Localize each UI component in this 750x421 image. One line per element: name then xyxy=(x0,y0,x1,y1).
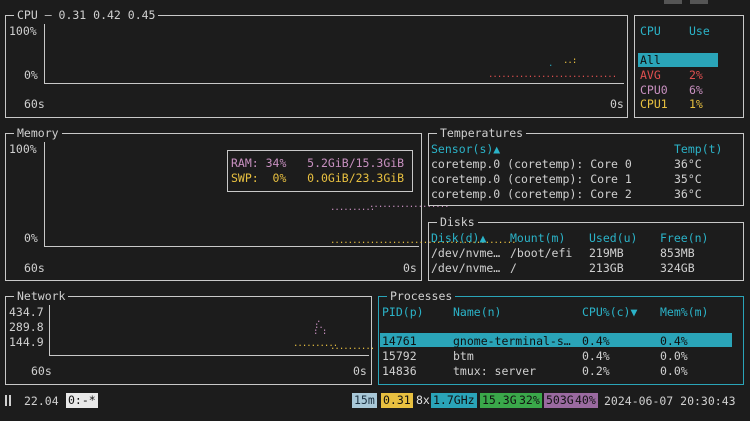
process-name: btm xyxy=(453,349,474,363)
temperatures-header-temp[interactable]: Temp(t) xyxy=(674,142,722,156)
memory-title: Memory xyxy=(14,126,62,140)
disk-row-name: /dev/nvme… xyxy=(431,246,501,260)
network-graph-axis xyxy=(49,355,369,356)
processes-header-name[interactable]: Name(n) xyxy=(453,305,501,319)
network-rx-spike: : : xyxy=(313,327,327,337)
disk-row-name: /dev/nvme… xyxy=(431,261,501,275)
process-pid: 14761 xyxy=(382,334,417,348)
status-mem-pct: 32% xyxy=(517,393,542,408)
cpu-list-item-cpu1[interactable]: CPU1 xyxy=(640,97,668,111)
memory-x-right: 0s xyxy=(403,261,417,275)
cpu-list-avg-use: 2% xyxy=(689,68,703,82)
cpu-graph-axis xyxy=(44,24,45,83)
status-freq: 1.7GHz xyxy=(431,393,477,408)
status-disk-pct: 40% xyxy=(573,393,598,408)
process-name: gnome-terminal-s… xyxy=(453,334,571,348)
disks-header-disk[interactable]: Disk(d)▲ xyxy=(431,231,486,245)
memory-graph-axis xyxy=(44,142,45,246)
network-rx-line: .......... xyxy=(330,342,375,352)
memory-swp-label: SWP: 0% 0.0GiB/23.3GiB xyxy=(231,171,405,185)
temperatures-title: Temperatures xyxy=(437,126,527,140)
cpu-list-cpu0-use: 6% xyxy=(689,83,703,97)
cpu-list-header-cpu: CPU xyxy=(640,24,661,38)
window-control[interactable] xyxy=(664,0,682,4)
network-x-right: 0s xyxy=(353,364,367,378)
disk-row-used: 213GB xyxy=(589,261,624,275)
status-cpu-count: 8x xyxy=(416,393,430,407)
disks-header-mount[interactable]: Mount(m) xyxy=(510,231,565,245)
temperature-row-sensor: coretemp.0 (coretemp): Core 1 xyxy=(431,172,632,186)
temperature-row-temp: 35°C xyxy=(674,172,702,186)
network-x-left: 60s xyxy=(31,364,52,378)
network-title: Network xyxy=(14,289,69,303)
processes-header-mem[interactable]: Mem%(m) xyxy=(660,305,708,319)
temperatures-header-sensor[interactable]: Sensor(s)▲ xyxy=(431,142,500,156)
cpu-graph-axis xyxy=(44,83,624,84)
status-version: 22.04 xyxy=(24,394,59,408)
disk-row-used: 219MB xyxy=(589,246,624,260)
process-name: tmux: server xyxy=(453,364,537,378)
network-y-label: 144.9 xyxy=(9,335,44,349)
process-pid[interactable]: 14836 xyxy=(382,364,417,378)
status-session[interactable]: 0:-* xyxy=(66,393,98,408)
memory-graph-axis xyxy=(44,246,419,247)
cpu-y-top: 100% xyxy=(9,24,37,38)
temperature-row-temp: 36°C xyxy=(674,187,702,201)
cpu-x-right: 0s xyxy=(610,97,624,111)
memory-ram-label: RAM: 34% 5.2GiB/15.3GiB xyxy=(231,156,405,170)
process-mem: 0.0% xyxy=(660,349,688,363)
processes-header-pid[interactable]: PID(p) xyxy=(382,305,424,319)
status-15m: 15m xyxy=(352,393,377,408)
disk-row-mount: /boot/efi xyxy=(510,246,573,260)
status-datetime: 2024-06-07 20:30:43 xyxy=(604,394,736,408)
cpu-list-item-cpu0[interactable]: CPU0 xyxy=(640,83,668,97)
cpu-graph-panel[interactable]: CPU — 0.31 0.42 0.45 xyxy=(5,8,628,118)
processes-header-cpu[interactable]: CPU%(c)▼ xyxy=(582,305,637,319)
cpu-list-item-all[interactable]: All xyxy=(638,53,718,67)
status-disk: 503G xyxy=(544,393,576,408)
processes-title: Processes xyxy=(387,289,456,303)
cpu-y-bottom: 0% xyxy=(24,68,38,82)
disks-header-free[interactable]: Free(n) xyxy=(660,231,708,245)
temperature-row-sensor: coretemp.0 (coretemp): Core 0 xyxy=(431,157,632,171)
status-load: 0.31 xyxy=(381,393,413,408)
cpu-list-item-avg[interactable]: AVG xyxy=(640,68,661,82)
cpu-title: CPU — 0.31 0.42 0.45 xyxy=(14,8,159,22)
window-control[interactable] xyxy=(690,0,708,4)
process-mem: 0.4% xyxy=(660,334,688,348)
disk-row-mount: / xyxy=(510,261,517,275)
network-y-label: 289.8 xyxy=(9,320,44,334)
cpu-list-header-use: Use xyxy=(689,24,710,38)
memory-x-left: 60s xyxy=(24,261,45,275)
process-mem: 0.0% xyxy=(660,364,688,378)
disk-row-free: 324GB xyxy=(660,261,695,275)
memory-ram-line: .......... xyxy=(330,203,375,213)
status-mem-used: 15.3G xyxy=(480,393,519,408)
disks-header-used[interactable]: Used(u) xyxy=(589,231,637,245)
temperature-row-sensor: coretemp.0 (coretemp): Core 2 xyxy=(431,187,632,201)
cpu-core-dots: ..: xyxy=(563,56,577,66)
network-y-label: 434.7 xyxy=(9,305,44,319)
disks-title: Disks xyxy=(437,215,478,229)
process-pid[interactable]: 15792 xyxy=(382,349,417,363)
temperature-row-temp: 36°C xyxy=(674,157,702,171)
process-cpu: 0.2% xyxy=(582,364,610,378)
pause-bars-icon[interactable] xyxy=(4,395,13,406)
process-cpu: 0.4% xyxy=(582,334,610,348)
cpu-list-cpu1-use: 1% xyxy=(689,97,703,111)
cpu-core-dots: . xyxy=(548,59,554,69)
memory-y-top: 100% xyxy=(9,142,37,156)
cpu-avg-line: ............................. xyxy=(488,70,617,80)
process-cpu: 0.4% xyxy=(582,349,610,363)
memory-y-bottom: 0% xyxy=(24,231,38,245)
cpu-x-left: 60s xyxy=(24,97,45,111)
network-graph-axis xyxy=(49,305,50,355)
disk-row-free: 853MB xyxy=(660,246,695,260)
